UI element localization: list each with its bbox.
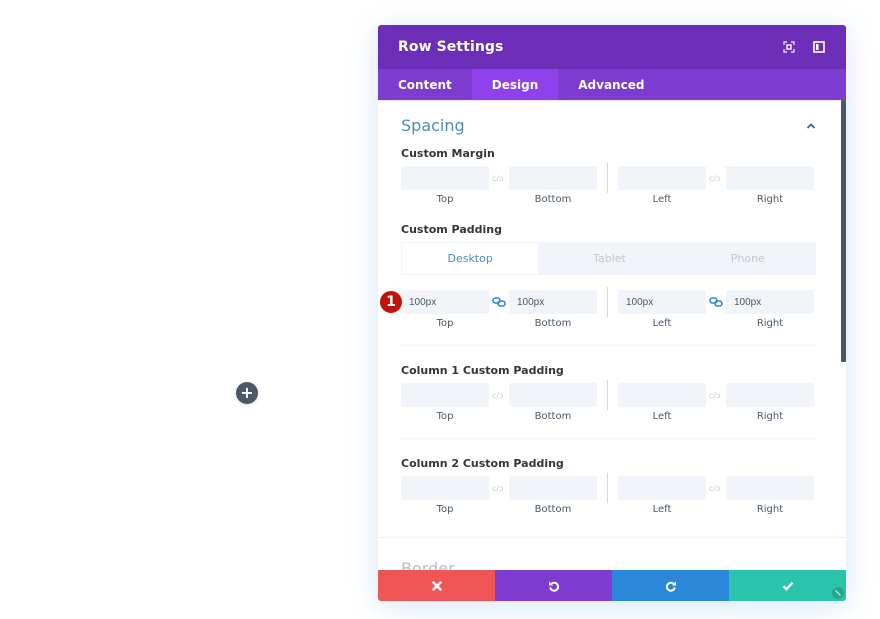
top-label: Top bbox=[436, 504, 454, 515]
left-label: Left bbox=[652, 318, 672, 329]
redo-icon bbox=[665, 581, 676, 592]
padding-right-input[interactable] bbox=[726, 290, 814, 314]
settings-tabs: Content Design Advanced bbox=[378, 69, 846, 100]
col1-left-input[interactable] bbox=[618, 383, 706, 407]
save-button[interactable] bbox=[729, 570, 846, 601]
svg-text:c/ɔ: c/ɔ bbox=[492, 484, 504, 492]
undo-icon bbox=[548, 581, 559, 592]
divider bbox=[607, 473, 608, 503]
sidebar-toggle-icon[interactable] bbox=[812, 40, 826, 54]
close-icon bbox=[431, 580, 442, 591]
top-label: Top bbox=[436, 411, 454, 422]
link-icon[interactable] bbox=[706, 290, 726, 314]
margin-left-input[interactable] bbox=[618, 166, 706, 190]
device-tabs: Desktop Tablet Phone bbox=[401, 242, 816, 275]
resize-handle[interactable] bbox=[832, 587, 844, 599]
col1-bottom-input[interactable] bbox=[509, 383, 597, 407]
bottom-label: Bottom bbox=[534, 318, 572, 329]
svg-text:c/ɔ: c/ɔ bbox=[492, 174, 504, 182]
link-icon[interactable] bbox=[489, 290, 509, 314]
border-section-title[interactable]: Border bbox=[401, 559, 455, 570]
unlink-icon[interactable]: c/ɔ bbox=[489, 166, 509, 190]
unlink-icon[interactable]: c/ɔ bbox=[706, 476, 726, 500]
custom-margin-label: Custom Margin bbox=[401, 147, 495, 160]
device-tab-phone[interactable]: Phone bbox=[680, 242, 816, 275]
tab-content[interactable]: Content bbox=[378, 69, 472, 100]
left-label: Left bbox=[652, 504, 672, 515]
unlink-icon[interactable]: c/ɔ bbox=[489, 476, 509, 500]
custom-padding-label: Custom Padding bbox=[401, 223, 502, 236]
bottom-label: Bottom bbox=[534, 504, 572, 515]
fullscreen-icon[interactable] bbox=[782, 40, 796, 54]
device-tab-desktop[interactable]: Desktop bbox=[401, 242, 540, 275]
col2-bottom-input[interactable] bbox=[509, 476, 597, 500]
step-badge: 1 bbox=[379, 290, 403, 314]
section-separator bbox=[378, 537, 846, 538]
left-label: Left bbox=[652, 194, 672, 205]
tab-design[interactable]: Design bbox=[471, 69, 559, 100]
spacing-section-toggle[interactable]: Spacing bbox=[378, 101, 846, 137]
col1-right-input[interactable] bbox=[726, 383, 814, 407]
redo-button[interactable] bbox=[612, 570, 729, 601]
left-label: Left bbox=[652, 411, 672, 422]
right-label: Right bbox=[756, 194, 784, 205]
col2-right-input[interactable] bbox=[726, 476, 814, 500]
top-label: Top bbox=[436, 318, 454, 329]
margin-right-input[interactable] bbox=[726, 166, 814, 190]
unlink-icon[interactable]: c/ɔ bbox=[489, 383, 509, 407]
svg-text:c/ɔ: c/ɔ bbox=[709, 484, 721, 492]
device-tab-tablet[interactable]: Tablet bbox=[541, 242, 677, 275]
top-label: Top bbox=[436, 194, 454, 205]
unlink-icon[interactable]: c/ɔ bbox=[706, 166, 726, 190]
resize-icon bbox=[835, 590, 841, 596]
right-label: Right bbox=[756, 411, 784, 422]
plus-icon: + bbox=[240, 383, 254, 402]
margin-bottom-input[interactable] bbox=[509, 166, 597, 190]
divider bbox=[607, 380, 608, 410]
bottom-label: Bottom bbox=[534, 194, 572, 205]
divider bbox=[607, 287, 608, 317]
col2-left-input[interactable] bbox=[618, 476, 706, 500]
scrollbar[interactable] bbox=[841, 100, 846, 362]
svg-text:c/ɔ: c/ɔ bbox=[709, 391, 721, 399]
undo-button[interactable] bbox=[495, 570, 612, 601]
unlink-icon[interactable]: c/ɔ bbox=[706, 383, 726, 407]
col2-top-input[interactable] bbox=[401, 476, 489, 500]
add-row-button[interactable]: + bbox=[236, 382, 258, 404]
check-icon bbox=[782, 581, 793, 591]
row-settings-modal: Row Settings Content Design Advanced Spa… bbox=[378, 25, 846, 601]
column1-padding-label: Column 1 Custom Padding bbox=[401, 364, 564, 377]
svg-text:c/ɔ: c/ɔ bbox=[709, 174, 721, 182]
chevron-up-icon bbox=[806, 122, 816, 129]
tab-advanced[interactable]: Advanced bbox=[558, 69, 664, 100]
section-title: Spacing bbox=[401, 116, 465, 135]
col1-top-input[interactable] bbox=[401, 383, 489, 407]
bottom-label: Bottom bbox=[534, 411, 572, 422]
margin-top-input[interactable] bbox=[401, 166, 489, 190]
padding-left-input[interactable] bbox=[618, 290, 706, 314]
right-label: Right bbox=[756, 318, 784, 329]
separator bbox=[401, 345, 816, 346]
modal-footer bbox=[378, 570, 846, 601]
modal-title: Row Settings bbox=[398, 39, 504, 55]
separator bbox=[401, 438, 816, 439]
column2-padding-label: Column 2 Custom Padding bbox=[401, 457, 564, 470]
settings-content: Spacing Custom Margin c/ɔ c/ɔ Top Bottom… bbox=[378, 100, 846, 570]
cancel-button[interactable] bbox=[378, 570, 495, 601]
modal-header: Row Settings bbox=[378, 25, 846, 69]
divider bbox=[607, 163, 608, 193]
right-label: Right bbox=[756, 504, 784, 515]
padding-top-input[interactable] bbox=[401, 290, 489, 314]
svg-text:c/ɔ: c/ɔ bbox=[492, 391, 504, 399]
padding-bottom-input[interactable] bbox=[509, 290, 597, 314]
